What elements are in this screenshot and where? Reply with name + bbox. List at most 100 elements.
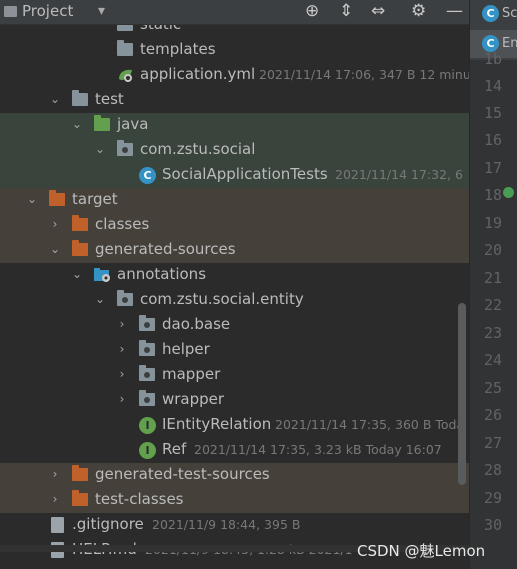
excluded-folder-icon xyxy=(49,190,65,206)
package-icon xyxy=(139,365,155,381)
chevron-down-icon[interactable]: ⌄ xyxy=(26,192,38,206)
tree-row-mapper[interactable]: › mapper xyxy=(0,363,469,388)
package-icon xyxy=(139,340,155,356)
tree-row-generated-test-sources[interactable]: › generated-test-sources xyxy=(0,463,469,488)
chevron-down-icon[interactable]: ⌄ xyxy=(94,142,106,156)
hide-icon[interactable]: — xyxy=(446,1,463,21)
line-number: 16 xyxy=(483,131,502,149)
chevron-down-icon[interactable]: ⌄ xyxy=(71,267,83,281)
chevron-down-icon[interactable]: ⌄ xyxy=(94,292,106,306)
line-number: 1b xyxy=(483,50,502,68)
line-number: 28 xyxy=(483,461,502,479)
folder-icon xyxy=(117,40,133,56)
tree-row-annotations[interactable]: ⌄ annotations xyxy=(0,263,469,288)
tree-label: generated-test-sources xyxy=(95,465,270,483)
package-icon xyxy=(117,290,133,306)
excluded-folder-icon xyxy=(72,465,88,481)
chevron-right-icon[interactable]: › xyxy=(116,392,128,406)
vertical-scrollbar-thumb[interactable] xyxy=(458,303,466,485)
test-class-icon: C xyxy=(139,167,156,184)
tree-label: annotations xyxy=(117,265,207,283)
tree-label: mapper xyxy=(162,365,221,383)
gear-icon[interactable]: ⚙ xyxy=(411,1,426,21)
excluded-folder-icon xyxy=(72,490,88,506)
tree-row-ref[interactable]: I Ref 2021/11/14 17:35, 3.23 kB Today 16… xyxy=(0,438,469,463)
file-meta: 2021/11/14 17:32, 6 xyxy=(335,167,463,182)
tree-row-ientity-relation[interactable]: I IEntityRelation 2021/11/14 17:35, 360 … xyxy=(0,413,469,438)
file-meta: 2021/11/9 18:44, 395 B xyxy=(152,517,301,532)
line-number: 23 xyxy=(483,324,502,342)
chevron-down-icon[interactable]: ⌄ xyxy=(49,242,61,256)
line-number: 14 xyxy=(483,77,502,95)
tree-label: .gitignore xyxy=(72,515,144,533)
chevron-down-icon[interactable]: ▾ xyxy=(98,3,105,19)
editor-tab-label: Sc xyxy=(502,6,517,21)
tree-row-templates[interactable]: templates xyxy=(0,38,469,63)
tree-label: wrapper xyxy=(162,390,225,408)
line-number: 27 xyxy=(483,434,502,452)
collapse-all-icon[interactable]: ⇔ xyxy=(371,1,385,21)
tree-row-gitignore[interactable]: .gitignore 2021/11/9 18:44, 395 B xyxy=(0,513,469,538)
tree-label: java xyxy=(117,115,149,133)
tree-row-test[interactable]: ⌄ test xyxy=(0,88,469,113)
excluded-folder-icon xyxy=(72,215,88,231)
line-number: 24 xyxy=(483,351,502,369)
line-number: 22 xyxy=(483,296,502,314)
chevron-right-icon[interactable]: › xyxy=(49,217,61,231)
tree-label: helper xyxy=(162,340,210,358)
chevron-right-icon[interactable]: › xyxy=(116,342,128,356)
panel-title[interactable]: Project xyxy=(22,2,73,20)
tree-row-pkg-social[interactable]: ⌄ com.zstu.social xyxy=(0,138,469,163)
interface-icon: I xyxy=(139,417,156,434)
chevron-right-icon[interactable]: › xyxy=(116,317,128,331)
tree-label: classes xyxy=(95,215,150,233)
file-meta: 2021/11/14 17:35, 360 B Toda xyxy=(275,417,465,432)
tree-label: Ref xyxy=(162,440,187,458)
line-number: 17 xyxy=(483,159,502,177)
tree-label: target xyxy=(72,190,118,208)
editor-tab[interactable]: C Sc xyxy=(470,0,517,28)
line-number: 29 xyxy=(483,489,502,507)
folder-icon xyxy=(72,90,88,106)
tree-row-test-classes[interactable]: › test-classes xyxy=(0,488,469,513)
tree-row-classes[interactable]: › classes xyxy=(0,213,469,238)
tree-row-java[interactable]: ⌄ java xyxy=(0,113,469,138)
tree-label: IEntityRelation xyxy=(162,415,272,433)
project-tree: static templates application.yml 2021/11… xyxy=(0,0,469,569)
line-number: 26 xyxy=(483,406,502,424)
tree-row-helper[interactable]: › helper xyxy=(0,338,469,363)
generated-sources-folder-icon xyxy=(94,267,112,283)
line-number: 25 xyxy=(483,379,502,397)
run-test-icon[interactable] xyxy=(503,187,514,198)
gitignore-file-icon xyxy=(51,517,64,533)
tree-row-wrapper[interactable]: › wrapper xyxy=(0,388,469,413)
tree-label: templates xyxy=(140,40,216,58)
watermark: CSDN @魅Lemon xyxy=(357,542,486,560)
chevron-right-icon[interactable]: › xyxy=(49,467,61,481)
chevron-down-icon[interactable]: ⌄ xyxy=(49,92,61,106)
package-icon xyxy=(139,390,155,406)
tree-row-social-tests[interactable]: C SocialApplicationTests 2021/11/14 17:3… xyxy=(0,163,469,188)
tree-label: dao.base xyxy=(162,315,231,333)
chevron-right-icon[interactable]: › xyxy=(49,492,61,506)
tree-row-generated-sources[interactable]: ⌄ generated-sources xyxy=(0,238,469,263)
expand-all-icon[interactable]: ⇕ xyxy=(339,1,353,21)
chevron-down-icon[interactable]: ⌄ xyxy=(71,117,83,131)
interface-icon: I xyxy=(139,442,156,459)
tree-label: test-classes xyxy=(95,490,184,508)
tree-label: test xyxy=(95,90,124,108)
line-number: 21 xyxy=(483,269,502,287)
project-icon xyxy=(4,6,17,17)
line-number: 20 xyxy=(483,241,502,259)
tree-label: generated-sources xyxy=(95,240,236,258)
tree-row-application-yml[interactable]: application.yml 2021/11/14 17:06, 347 B … xyxy=(0,63,469,88)
chevron-right-icon[interactable]: › xyxy=(116,367,128,381)
locate-icon[interactable]: ⊕ xyxy=(305,1,319,21)
tree-row-dao-base[interactable]: › dao.base xyxy=(0,313,469,338)
tree-row-target[interactable]: ⌄ target xyxy=(0,188,469,213)
file-meta: 2021/11/14 17:35, 3.23 kB Today 16:07 xyxy=(194,442,442,457)
test-sources-folder-icon xyxy=(94,115,110,131)
line-number: 30 xyxy=(483,516,502,534)
tree-row-pkg-entity[interactable]: ⌄ com.zstu.social.entity xyxy=(0,288,469,313)
excluded-folder-icon xyxy=(72,240,88,256)
